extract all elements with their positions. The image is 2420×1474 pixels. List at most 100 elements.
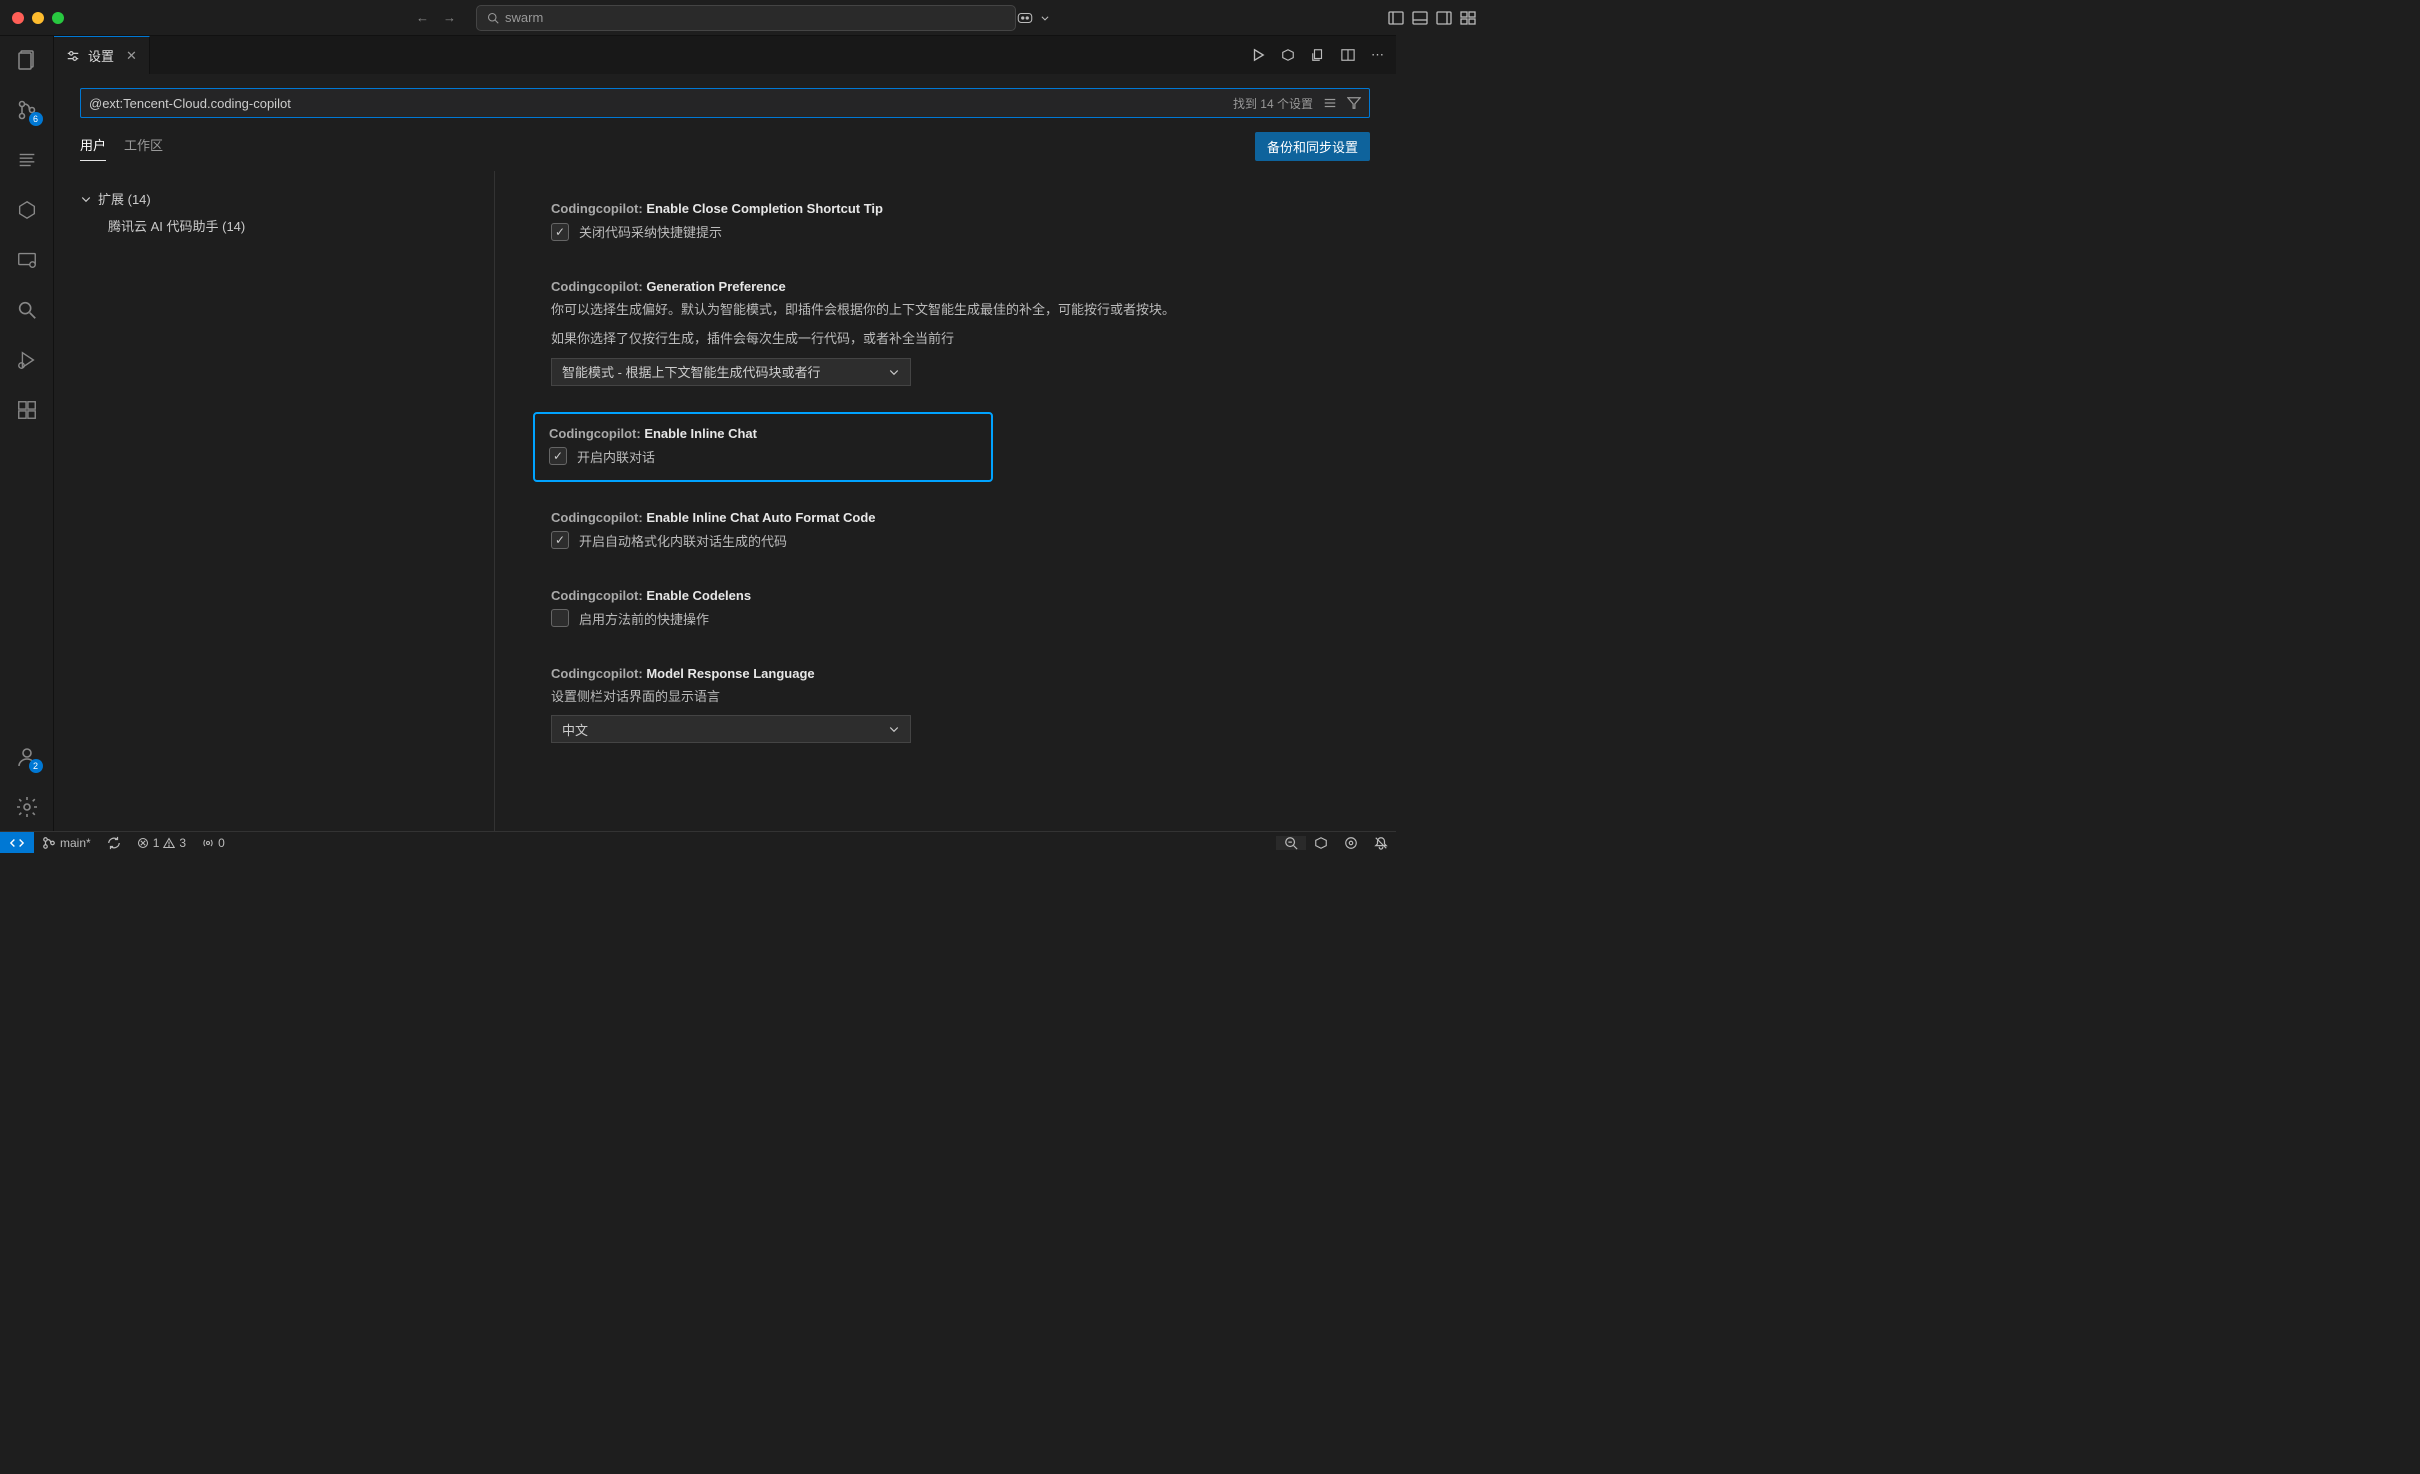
setting-name: Enable Inline Chat [644, 426, 757, 441]
setting-prefix: Codingcopilot: [549, 426, 644, 441]
settings-list: Codingcopilot: Enable Close Completion S… [494, 171, 1396, 831]
tab-close-button[interactable]: ✕ [126, 48, 137, 64]
more-actions-icon[interactable]: ⋯ [1371, 47, 1384, 63]
statusbar: main* 1 3 0 [0, 831, 1396, 853]
setting-name: Generation Preference [646, 279, 785, 294]
split-editor-icon[interactable] [1341, 48, 1355, 62]
layout-panel-left-icon[interactable] [1388, 11, 1404, 25]
search-result-count: 找到 14 个设置 [1233, 95, 1313, 112]
select-value: 中文 [562, 720, 588, 739]
status-hexagon-icon[interactable] [1306, 836, 1336, 850]
tab-settings[interactable]: 设置 ✕ [54, 36, 150, 74]
checkbox-label: 开启内联对话 [577, 447, 655, 466]
tab-label: 设置 [88, 46, 114, 65]
clear-search-icon[interactable] [1323, 96, 1337, 110]
setting-enable-inline-chat-auto-format: Codingcopilot: Enable Inline Chat Auto F… [535, 498, 1366, 568]
setting-enable-codelens: Codingcopilot: Enable Codelens 启用方法前的快捷操… [535, 576, 1366, 646]
setting-name: Enable Inline Chat Auto Format Code [646, 510, 875, 525]
checkbox-enable-inline-chat[interactable] [549, 447, 567, 465]
editor-area: 设置 ✕ ⋯ 找到 14 个设置 [54, 36, 1396, 831]
chevron-down-icon[interactable] [1040, 13, 1050, 23]
select-generation-preference[interactable]: 智能模式 - 根据上下文智能生成代码块或者行 [551, 358, 911, 386]
scope-tab-workspace[interactable]: 工作区 [124, 135, 163, 161]
maximize-window-button[interactable] [52, 12, 64, 24]
run-icon[interactable] [1251, 48, 1265, 62]
setting-desc-2: 如果你选择了仅按行生成，插件会每次生成一行代码，或者补全当前行 [551, 329, 1366, 350]
settings-search-input[interactable] [89, 96, 1233, 111]
setting-prefix: Codingcopilot: [551, 666, 646, 681]
status-ai-icon[interactable] [1336, 836, 1366, 850]
setting-enable-inline-chat: Codingcopilot: Enable Inline Chat 开启内联对话 [533, 412, 993, 482]
setting-enable-close-completion-tip: Codingcopilot: Enable Close Completion S… [535, 189, 1366, 259]
open-file-icon[interactable] [1311, 48, 1325, 62]
select-response-language[interactable]: 中文 [551, 715, 911, 743]
run-debug-button[interactable] [13, 346, 41, 374]
setting-prefix: Codingcopilot: [551, 279, 646, 294]
warning-count: 3 [179, 836, 186, 850]
setting-desc: 设置侧栏对话界面的显示语言 [551, 687, 1366, 708]
setting-name: Enable Close Completion Shortcut Tip [646, 201, 883, 216]
branch-name: main* [60, 836, 91, 850]
setting-prefix: Codingcopilot: [551, 588, 646, 603]
branch-indicator[interactable]: main* [34, 836, 99, 850]
tree-extensions-label: 扩展 (14) [98, 189, 151, 208]
tree-tencent-ai-item[interactable]: 腾讯云 AI 代码助手 (14) [80, 212, 494, 239]
setting-name: Model Response Language [646, 666, 814, 681]
checkbox-codelens[interactable] [551, 609, 569, 627]
chevron-down-icon [80, 193, 92, 205]
tree-extensions[interactable]: 扩展 (14) [80, 185, 494, 212]
tree-item-label: 腾讯云 AI 代码助手 (14) [108, 216, 245, 235]
chevron-down-icon [888, 723, 900, 735]
layout-panel-right-icon[interactable] [1436, 11, 1452, 25]
extensions-button[interactable] [13, 396, 41, 424]
command-center-text: swarm [505, 10, 543, 25]
window-controls [12, 12, 64, 24]
sidebar-lines-icon[interactable] [13, 146, 41, 174]
checkbox-auto-format[interactable] [551, 531, 569, 549]
nav-forward-button[interactable]: → [443, 10, 456, 25]
notifications-icon[interactable] [1366, 836, 1396, 850]
hexagon-icon[interactable] [1281, 48, 1295, 62]
settings-tree: 扩展 (14) 腾讯云 AI 代码助手 (14) [54, 171, 494, 831]
setting-prefix: Codingcopilot: [551, 201, 646, 216]
sync-indicator[interactable] [99, 836, 129, 850]
problems-indicator[interactable]: 1 3 [129, 836, 194, 850]
sync-settings-button[interactable]: 备份和同步设置 [1255, 132, 1370, 161]
ports-count: 0 [218, 836, 225, 850]
close-window-button[interactable] [12, 12, 24, 24]
filter-icon[interactable] [1347, 96, 1361, 110]
copilot-icon[interactable] [1016, 11, 1034, 25]
checkbox-close-completion-tip[interactable] [551, 223, 569, 241]
sidebar-hexagon-icon[interactable] [13, 196, 41, 224]
setting-model-response-language: Codingcopilot: Model Response Language 设… [535, 654, 1366, 762]
status-zoom-icon[interactable] [1276, 836, 1306, 850]
accounts-badge: 2 [29, 759, 43, 773]
search-icon [487, 12, 499, 24]
setting-prefix: Codingcopilot: [551, 510, 646, 525]
minimize-window-button[interactable] [32, 12, 44, 24]
remote-indicator[interactable] [0, 832, 34, 853]
titlebar: ← → swarm [0, 0, 1396, 36]
setting-desc-1: 你可以选择生成偏好。默认为智能模式，即插件会根据你的上下文智能生成最佳的补全，可… [551, 300, 1366, 321]
accounts-button[interactable]: 2 [13, 743, 41, 771]
ports-indicator[interactable]: 0 [194, 836, 233, 850]
checkbox-label: 关闭代码采纳快捷键提示 [579, 222, 722, 241]
layout-customize-icon[interactable] [1460, 11, 1476, 25]
scope-tab-user[interactable]: 用户 [80, 135, 106, 161]
nav-back-button[interactable]: ← [416, 10, 429, 25]
remote-explorer-button[interactable] [13, 246, 41, 274]
search-button[interactable] [13, 296, 41, 324]
command-center-search[interactable]: swarm [476, 5, 1016, 31]
activity-bar: 6 2 [0, 36, 54, 831]
explorer-button[interactable] [13, 46, 41, 74]
setting-name: Enable Codelens [646, 588, 751, 603]
select-value: 智能模式 - 根据上下文智能生成代码块或者行 [562, 362, 821, 381]
settings-gear-button[interactable] [13, 793, 41, 821]
checkbox-label: 开启自动格式化内联对话生成的代码 [579, 531, 787, 550]
layout-panel-bottom-icon[interactable] [1412, 11, 1428, 25]
setting-generation-preference: Codingcopilot: Generation Preference 你可以… [535, 267, 1366, 404]
settings-search-box[interactable]: 找到 14 个设置 [80, 88, 1370, 118]
scm-badge: 6 [29, 112, 43, 126]
error-count: 1 [153, 836, 160, 850]
source-control-button[interactable]: 6 [13, 96, 41, 124]
